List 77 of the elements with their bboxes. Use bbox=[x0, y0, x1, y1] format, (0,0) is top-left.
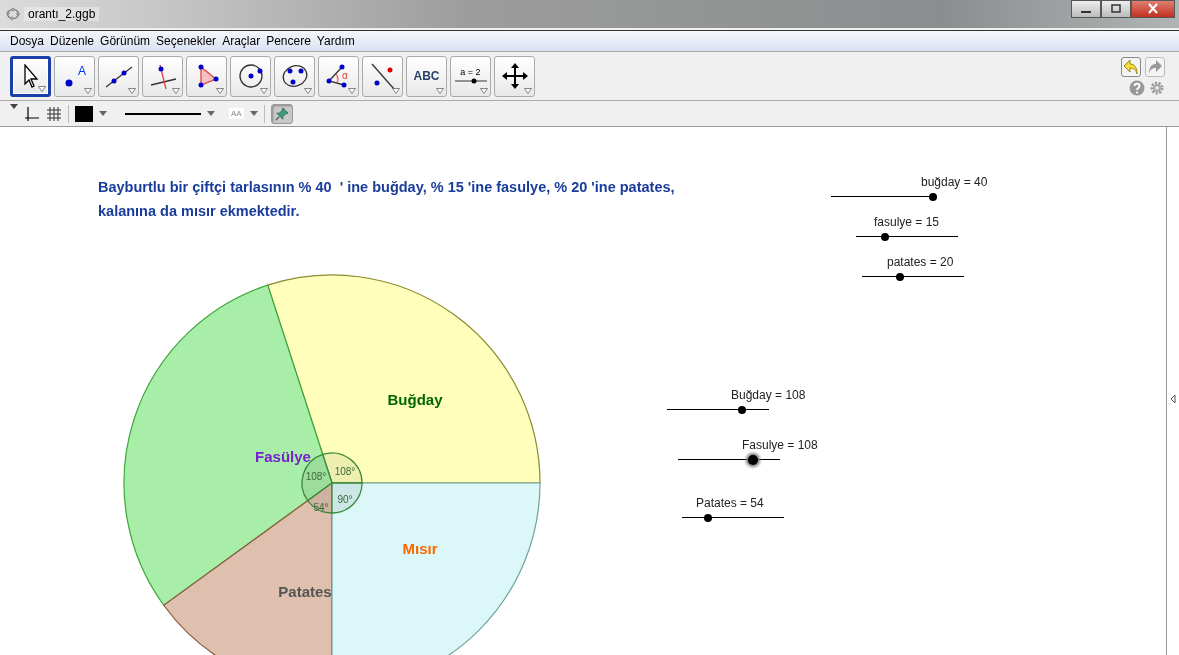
caret-icon[interactable] bbox=[249, 111, 258, 116]
slice-label: Fasülye bbox=[255, 448, 311, 465]
slider-label: patates = 20 bbox=[887, 255, 954, 269]
menu-item[interactable]: Dosya bbox=[10, 34, 44, 48]
undo-button[interactable] bbox=[1121, 56, 1141, 77]
font-size-button[interactable]: AA bbox=[229, 108, 244, 119]
slice-label: Buğday bbox=[387, 391, 443, 408]
menu-item[interactable]: Yardım bbox=[316, 34, 355, 48]
tool-button[interactable]: α bbox=[318, 55, 359, 97]
dropdown-triangle-icon bbox=[524, 87, 532, 94]
angle-label: 108° bbox=[334, 466, 356, 477]
problem-text: Bayburtlu bir çiftçi tarlasının % 40 ' ine buğday, % 15 'ine fasulye, % 20 'ine patates, bbox=[98, 179, 675, 195]
angle-label: 90° bbox=[337, 494, 353, 505]
dropdown-triangle-icon bbox=[172, 87, 180, 94]
dropdown-triangle-icon bbox=[38, 85, 46, 92]
tool-button[interactable] bbox=[186, 55, 227, 97]
arrow-cursor-icon bbox=[23, 64, 38, 88]
dropdown-triangle-icon bbox=[392, 87, 400, 94]
menu-item[interactable]: Seçenekler bbox=[156, 34, 217, 48]
slider-thumb[interactable] bbox=[880, 233, 889, 241]
slider-label: Patates = 54 bbox=[696, 496, 764, 510]
axes-icon[interactable] bbox=[24, 105, 40, 122]
caret-icon[interactable] bbox=[207, 111, 215, 116]
menu-item[interactable]: Pencere bbox=[266, 34, 311, 48]
tool-button[interactable] bbox=[274, 55, 315, 97]
dropdown-triangle-icon bbox=[260, 87, 268, 94]
undo-icon bbox=[1122, 57, 1140, 76]
tool-button[interactable]: A bbox=[54, 55, 95, 97]
slider-thumb[interactable] bbox=[738, 406, 747, 414]
tool-button[interactable] bbox=[494, 55, 535, 97]
tool-button[interactable] bbox=[10, 55, 51, 97]
tool-button[interactable] bbox=[142, 55, 183, 97]
slider-icon bbox=[453, 77, 488, 85]
tool-button[interactable]: ABC bbox=[406, 55, 447, 97]
slider-thumb[interactable] bbox=[703, 514, 712, 522]
minimize-icon bbox=[1081, 11, 1091, 13]
redo-icon bbox=[1146, 57, 1164, 76]
slider-thumb[interactable] bbox=[895, 273, 904, 281]
pushpin-icon bbox=[274, 106, 289, 121]
menu-item[interactable]: Görünüm bbox=[100, 34, 151, 48]
dropdown-triangle-icon bbox=[348, 87, 356, 94]
maximize-button[interactable] bbox=[1101, 0, 1131, 18]
app-icon bbox=[6, 7, 20, 21]
minimize-button[interactable] bbox=[1071, 0, 1101, 18]
color-swatch[interactable] bbox=[75, 105, 93, 122]
slider-thumb[interactable] bbox=[929, 193, 937, 201]
caret-icon[interactable] bbox=[99, 111, 107, 116]
slider-label: Buğday = 108 bbox=[731, 388, 806, 402]
problem-text: kalanına da mısır ekmektedir. bbox=[98, 203, 301, 219]
redo-button[interactable] bbox=[1145, 56, 1165, 77]
slice-label: Mısır bbox=[402, 540, 438, 557]
slider-label: Fasulye = 108 bbox=[742, 438, 818, 452]
menu-item[interactable]: Düzenle bbox=[50, 34, 95, 48]
angle-label: 54° bbox=[313, 502, 329, 513]
slider-thumb[interactable] bbox=[748, 455, 759, 465]
slider-label: fasulye = 15 bbox=[874, 215, 940, 229]
angle-label: 108° bbox=[305, 471, 327, 482]
grid-icon[interactable] bbox=[46, 105, 62, 122]
dropdown-triangle-icon bbox=[128, 87, 136, 94]
tool-button[interactable] bbox=[230, 55, 271, 97]
pin-button[interactable] bbox=[270, 103, 293, 124]
slider-label: buğday = 40 bbox=[921, 175, 988, 189]
collapse-icon[interactable] bbox=[10, 104, 18, 110]
dropdown-triangle-icon bbox=[216, 87, 224, 94]
panel-toggle-icon[interactable] bbox=[1170, 394, 1176, 404]
tool-button[interactable] bbox=[362, 55, 403, 97]
help-icon[interactable] bbox=[1129, 79, 1145, 96]
close-button[interactable] bbox=[1131, 0, 1175, 18]
menu-item[interactable]: Araçlar bbox=[222, 34, 261, 48]
window-title: orantı_2.ggb bbox=[24, 7, 100, 21]
dropdown-triangle-icon bbox=[436, 87, 444, 94]
tool-button[interactable] bbox=[98, 55, 139, 97]
tool-button[interactable]: a = 2 bbox=[450, 55, 491, 97]
dropdown-triangle-icon bbox=[480, 87, 488, 94]
dropdown-triangle-icon bbox=[304, 87, 312, 94]
slice-label: Patates bbox=[278, 583, 332, 600]
dropdown-triangle-icon bbox=[84, 87, 92, 94]
